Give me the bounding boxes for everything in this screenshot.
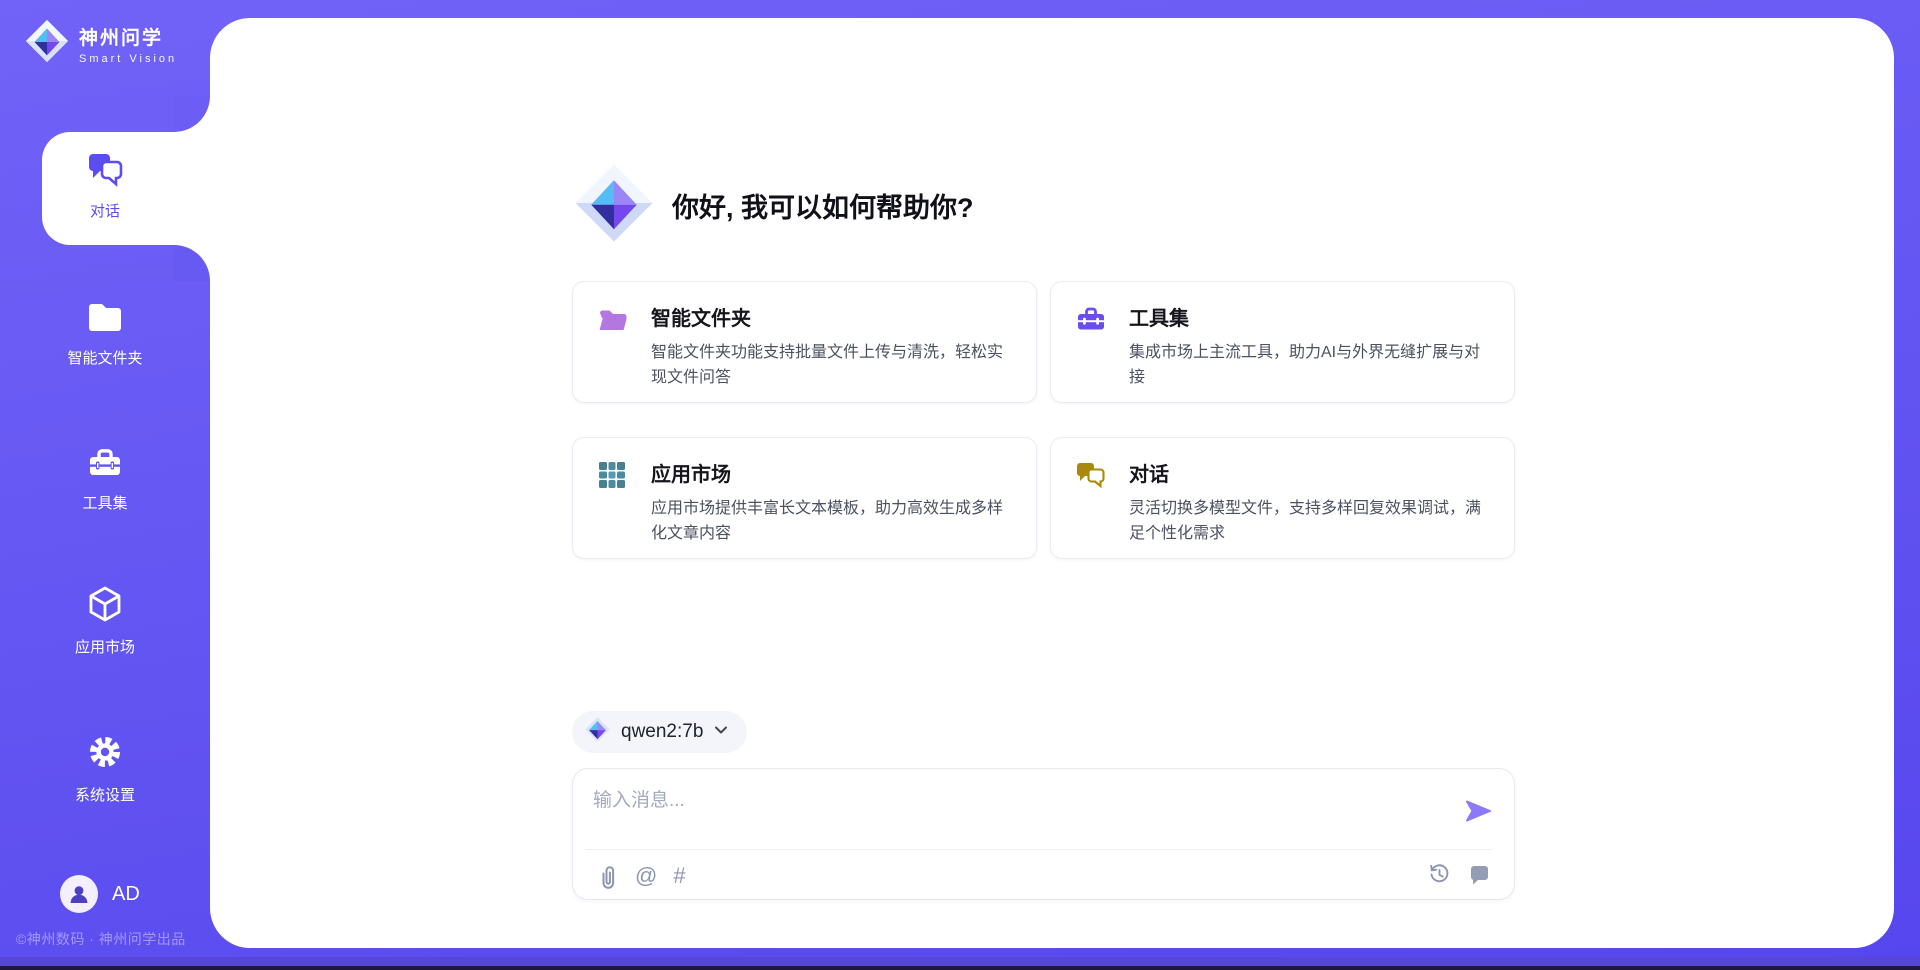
sidebar-item-label: 对话 [0,200,210,221]
model-selector[interactable]: qwen2:7b [572,711,747,753]
sidebar-item-toolset[interactable]: 工具集 [0,444,210,513]
copyright-footer: ©神州数码 · 神州问学出品 [16,929,186,949]
gear-icon [85,732,125,777]
composer-divider [585,849,1492,850]
avatar[interactable] [60,875,98,913]
greeting-row: 你好, 我可以如何帮助你? [572,163,974,247]
chat-bubbles-icon [85,150,125,193]
card-description: 智能文件夹功能支持批量文件上传与清洗，轻松实现文件问答 [651,340,1012,390]
chat-bubble-icon[interactable] [1468,863,1491,886]
hashtag-icon[interactable]: # [673,864,685,888]
app-window: 神州问学 Smart Vision 对话 [0,0,1920,970]
sidebar-item-smart-folder[interactable]: 智能文件夹 [0,299,210,368]
folder-icon [85,299,125,340]
history-icon[interactable] [1428,863,1451,886]
chevron-down-icon [713,722,729,743]
message-input[interactable] [593,785,1403,843]
card-chat[interactable]: 对话 灵活切换多模型文件，支持多样回复效果调试，满足个性化需求 [1050,437,1515,559]
card-title: 智能文件夹 [651,302,1012,331]
user-account[interactable]: AD [0,875,210,915]
active-tab-curve-bottom [174,245,210,281]
card-app-market[interactable]: 应用市场 应用市场提供丰富长文本模板，助力高效生成多样化文章内容 [572,437,1037,559]
model-name: qwen2:7b [621,721,703,743]
sidebar-item-app-market[interactable]: 应用市场 [0,584,210,657]
composer-right-tools [1428,863,1491,886]
brand-diamond-icon [24,18,70,69]
assistant-diamond-icon [572,161,656,250]
card-title: 对话 [1129,458,1490,487]
brand-subtitle: Smart Vision [79,53,177,65]
card-description: 灵活切换多模型文件，支持多样回复效果调试，满足个性化需求 [1129,496,1490,546]
card-description: 应用市场提供丰富长文本模板，助力高效生成多样化文章内容 [651,496,1012,546]
sidebar-item-label: 应用市场 [0,636,210,657]
feature-cards: 智能文件夹 智能文件夹功能支持批量文件上传与清洗，轻松实现文件问答 [572,281,1515,559]
message-composer: @ # [572,768,1515,900]
mention-icon[interactable]: @ [635,864,657,888]
chat-bubbles-gold-icon [1075,460,1107,538]
window-bottom-bar [0,957,1920,970]
toolbox-icon [85,444,125,485]
brand-logo: 神州问学 Smart Vision [24,18,177,69]
cube-icon [85,584,125,629]
model-diamond-icon [584,716,611,748]
sidebar-item-chat[interactable]: 对话 [0,150,210,221]
composer-tools: @ # [595,863,686,889]
sidebar-item-label: 工具集 [0,492,210,513]
card-toolset[interactable]: 工具集 集成市场上主流工具，助力AI与外界无缝扩展与对接 [1050,281,1515,403]
brand-name: 神州问学 [79,23,177,50]
grid-icon [597,460,629,538]
sidebar-item-label: 系统设置 [0,784,210,805]
chat-home-content: 你好, 我可以如何帮助你? 智能文件夹 智能文件夹功能支持批量文件上传与清洗，轻… [572,18,1515,948]
active-tab-curve-top [174,96,210,132]
person-icon [67,882,91,906]
user-initials: AD [112,883,140,906]
greeting-title: 你好, 我可以如何帮助你? [672,186,974,225]
send-icon[interactable] [1464,797,1492,830]
card-title: 应用市场 [651,458,1012,487]
sidebar: 神州问学 Smart Vision 对话 [0,0,210,970]
card-smart-folder[interactable]: 智能文件夹 智能文件夹功能支持批量文件上传与清洗，轻松实现文件问答 [572,281,1037,403]
sidebar-item-label: 智能文件夹 [0,347,210,368]
briefcase-icon [1075,304,1107,382]
card-description: 集成市场上主流工具，助力AI与外界无缝扩展与对接 [1129,340,1490,390]
card-title: 工具集 [1129,302,1490,331]
sidebar-item-settings[interactable]: 系统设置 [0,732,210,805]
main-panel: 你好, 我可以如何帮助你? 智能文件夹 智能文件夹功能支持批量文件上传与清洗，轻… [210,18,1894,948]
attachment-icon[interactable] [595,863,619,889]
folder-open-icon [597,304,629,382]
